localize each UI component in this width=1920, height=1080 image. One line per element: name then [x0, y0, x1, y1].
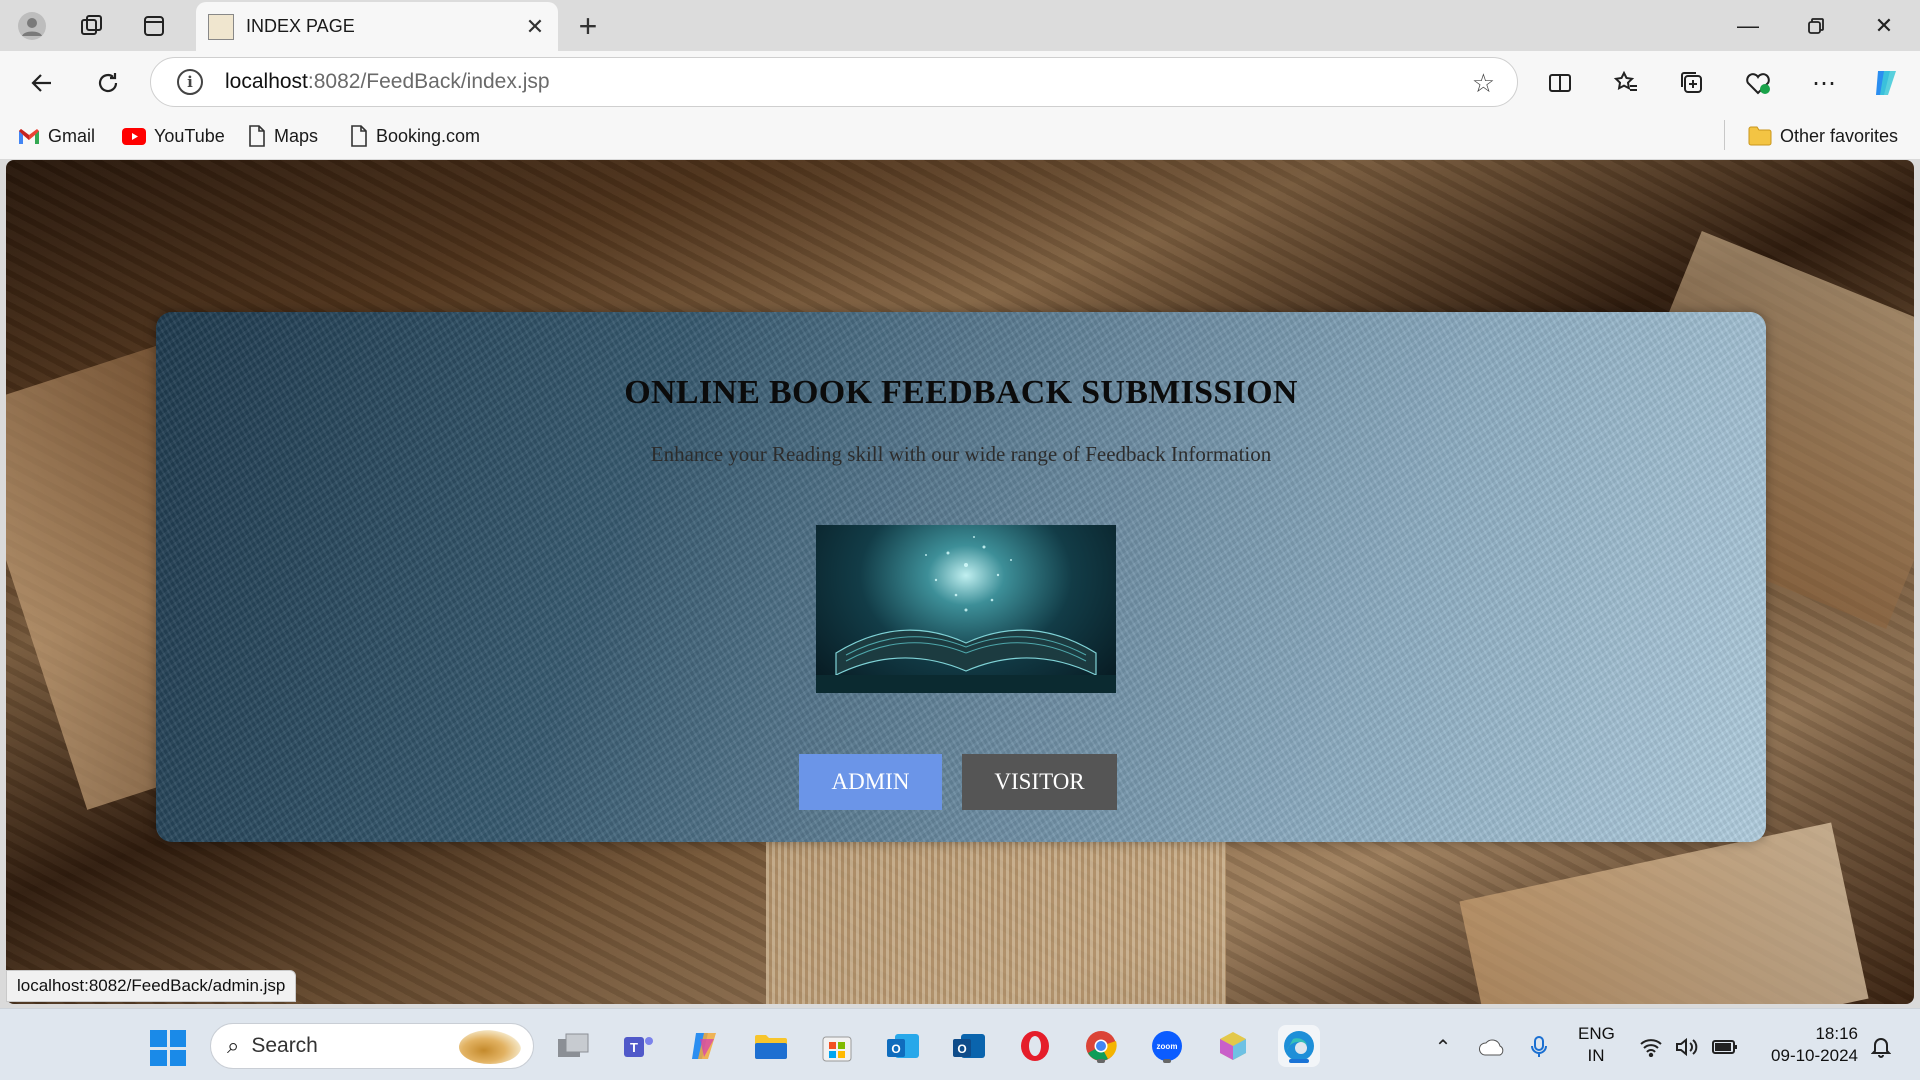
bookmarks-divider [1724, 120, 1725, 150]
copilot-icon[interactable] [1866, 63, 1906, 103]
start-button-icon[interactable] [150, 1030, 186, 1066]
background-book [766, 820, 1226, 1004]
page-icon [350, 125, 368, 147]
bookmark-youtube[interactable]: YouTube [122, 121, 225, 151]
show-hidden-icons-icon[interactable]: ⌃ [1428, 1029, 1458, 1065]
active-indicator [1289, 1059, 1309, 1063]
status-bar-url: localhost:8082/FeedBack/admin.jsp [6, 970, 297, 1002]
svg-text:O: O [957, 1042, 966, 1056]
profile-icon[interactable] [14, 8, 50, 44]
visitor-button[interactable]: VISITOR [962, 754, 1117, 810]
running-indicator [1163, 1059, 1171, 1063]
tab-strip: INDEX PAGE ✕ + — ✕ [0, 0, 1920, 51]
battery-icon[interactable] [1710, 1029, 1740, 1065]
running-indicator [1097, 1059, 1105, 1063]
bookmark-label: Gmail [48, 125, 96, 146]
site-info-icon[interactable]: i [177, 69, 203, 95]
bookmarks-bar: Gmail YouTube Maps Booking.com Other fav… [0, 113, 1920, 159]
bookmark-maps[interactable]: Maps [248, 121, 318, 151]
refresh-icon[interactable] [88, 63, 128, 103]
close-tab-icon[interactable]: ✕ [520, 12, 550, 42]
tab-title: INDEX PAGE [246, 16, 355, 36]
url-host: localhost [225, 70, 308, 93]
collections-icon[interactable] [1672, 63, 1712, 103]
youtube-icon [122, 127, 146, 145]
address-url[interactable]: localhost:8082/FeedBack/index.jsp [225, 70, 550, 94]
background-book [1459, 822, 1869, 1004]
navigation-toolbar: i localhost:8082/FeedBack/index.jsp ☆ ⋯ [0, 51, 1920, 113]
browser-essentials-icon[interactable] [1738, 63, 1778, 103]
minimize-icon[interactable]: — [1718, 6, 1778, 46]
favorite-star-icon[interactable]: ☆ [1472, 68, 1495, 99]
task-view-icon[interactable] [552, 1025, 594, 1067]
svg-text:O: O [891, 1042, 900, 1056]
split-screen-icon[interactable] [1540, 63, 1580, 103]
back-icon[interactable] [22, 63, 62, 103]
opera-icon[interactable] [1014, 1025, 1056, 1067]
chrome-icon[interactable] [1080, 1025, 1122, 1067]
restore-icon[interactable] [1786, 6, 1846, 46]
copilot-app-icon[interactable] [684, 1025, 726, 1067]
tab-actions-icon[interactable] [136, 8, 172, 44]
taskbar: ⌕ Search T O O zoom ⌃ ENG IN 18:16 09-10… [0, 1008, 1920, 1080]
microphone-icon[interactable] [1524, 1029, 1554, 1065]
more-options-icon[interactable]: ⋯ [1804, 63, 1844, 103]
taskbar-search[interactable]: ⌕ Search [210, 1023, 534, 1069]
volume-icon[interactable] [1672, 1029, 1702, 1065]
favorites-icon[interactable] [1606, 63, 1646, 103]
wifi-icon[interactable] [1636, 1029, 1666, 1065]
page-icon [248, 125, 266, 147]
language-indicator[interactable]: ENG IN [1578, 1023, 1615, 1067]
page-tagline: Enhance your Reading skill with our wide… [650, 442, 1272, 466]
onedrive-icon[interactable] [1474, 1029, 1510, 1065]
clock-date: 09-10-2024 [1771, 1046, 1858, 1065]
page-title: ONLINE BOOK FEEDBACK SUBMISSION [624, 374, 1298, 411]
clock-time: 18:16 [1815, 1024, 1858, 1043]
svg-text:T: T [630, 1040, 638, 1055]
bookmark-gmail[interactable]: Gmail [18, 121, 95, 151]
url-path: :8082/FeedBack/index.jsp [307, 70, 550, 93]
language-code: ENG [1578, 1024, 1615, 1043]
bookmark-label: YouTube [154, 125, 225, 146]
bookmark-label: Booking.com [376, 125, 481, 146]
search-highlight-icon [459, 1030, 521, 1064]
active-tab[interactable]: INDEX PAGE ✕ [196, 2, 558, 51]
outlook-new-icon[interactable]: O [882, 1025, 924, 1067]
folder-icon [1748, 126, 1772, 146]
page-viewport: ONLINE BOOK FEEDBACK SUBMISSION Enhance … [6, 160, 1914, 1004]
bookmark-label: Maps [274, 125, 319, 146]
svg-text:zoom: zoom [1157, 1042, 1178, 1051]
microsoft-store-icon[interactable] [816, 1025, 858, 1067]
close-window-icon[interactable]: ✕ [1854, 6, 1914, 46]
address-bar[interactable]: i localhost:8082/FeedBack/index.jsp ☆ [150, 57, 1518, 107]
page-favicon-icon [208, 13, 234, 40]
search-placeholder: Search [251, 1034, 318, 1057]
other-favorites-label: Other favorites [1779, 125, 1898, 146]
search-icon: ⌕ [227, 1033, 240, 1058]
other-favorites[interactable]: Other favorites [1748, 121, 1898, 151]
app-box-icon[interactable] [1212, 1025, 1254, 1067]
workspaces-icon[interactable] [74, 8, 110, 44]
edge-icon[interactable] [1278, 1025, 1320, 1067]
zoom-icon[interactable]: zoom [1146, 1025, 1188, 1067]
gmail-icon [18, 128, 40, 145]
outlook-icon[interactable]: O [948, 1025, 990, 1067]
admin-button[interactable]: ADMIN [799, 754, 942, 810]
system-clock[interactable]: 18:16 09-10-2024 [1754, 1023, 1858, 1067]
feedback-card: ONLINE BOOK FEEDBACK SUBMISSION Enhance … [156, 312, 1766, 842]
new-tab-icon[interactable]: + [570, 8, 606, 44]
file-explorer-icon[interactable] [750, 1025, 792, 1067]
open-book-image [816, 525, 1116, 693]
notifications-bell-icon[interactable] [1866, 1029, 1896, 1065]
bookmark-booking[interactable]: Booking.com [350, 121, 480, 151]
region-code: IN [1587, 1046, 1605, 1065]
teams-icon[interactable]: T [618, 1025, 660, 1067]
